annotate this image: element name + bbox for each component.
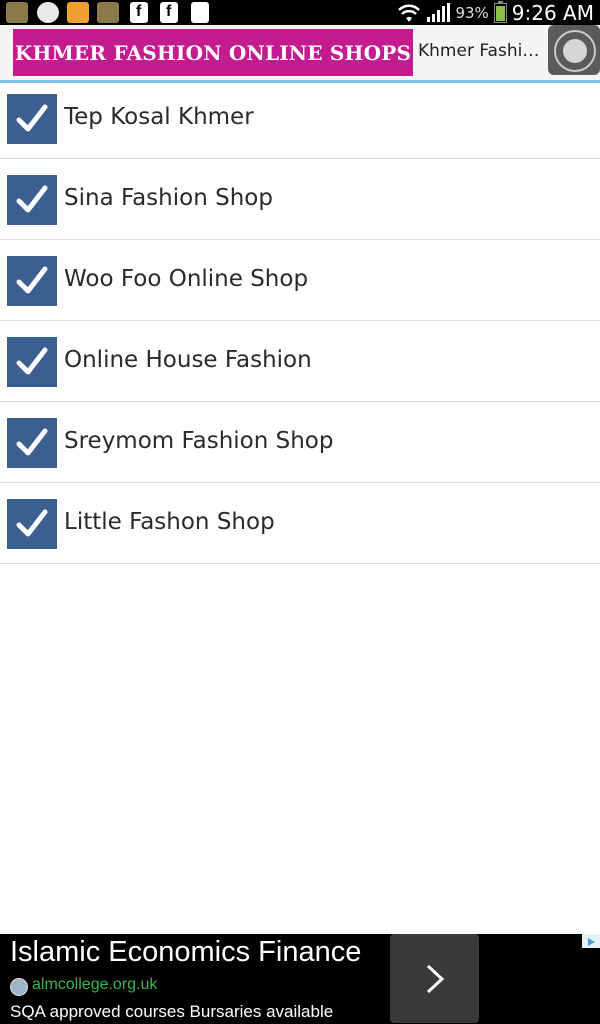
checkmark-icon bbox=[16, 185, 48, 213]
globe-icon bbox=[10, 978, 28, 996]
list-item-label: Tep Kosal Khmer bbox=[64, 104, 254, 130]
list-item-label: Sreymom Fashion Shop bbox=[64, 428, 334, 454]
ad-description: SQA approved courses Bursaries available bbox=[10, 1002, 334, 1021]
checkbox[interactable] bbox=[7, 256, 57, 306]
page-title: Khmer Fashi… bbox=[418, 41, 540, 61]
action-bar: KHMER FASHION ONLINE SHOPS Khmer Fashi… bbox=[0, 25, 600, 80]
app-banner: KHMER FASHION ONLINE SHOPS bbox=[13, 29, 413, 76]
wifi-icon bbox=[398, 4, 421, 22]
ad-url[interactable]: almcollege.org.uk bbox=[32, 976, 157, 994]
ad-open-button[interactable] bbox=[390, 934, 479, 1023]
floating-assistive-button[interactable] bbox=[548, 25, 600, 75]
list-item[interactable]: Little Fashon Shop bbox=[0, 483, 600, 564]
list-item-label: Little Fashon Shop bbox=[64, 509, 275, 535]
list-item-label: Woo Foo Online Shop bbox=[64, 266, 309, 292]
facebook-icon: f bbox=[130, 2, 148, 23]
checkbox[interactable] bbox=[7, 94, 57, 144]
list-item[interactable]: Sina Fashion Shop bbox=[0, 159, 600, 240]
list-item[interactable]: Tep Kosal Khmer bbox=[0, 78, 600, 159]
battery-icon bbox=[493, 0, 507, 23]
document-icon bbox=[191, 2, 209, 23]
ad-choices-icon[interactable] bbox=[582, 934, 600, 948]
list-item[interactable]: Online House Fashion bbox=[0, 321, 600, 402]
battery-percent: 93% bbox=[455, 3, 489, 22]
talking-tom-icon bbox=[97, 2, 119, 23]
shop-list: Tep Kosal Khmer Sina Fashion Shop Woo Fo… bbox=[0, 78, 600, 564]
list-item[interactable]: Woo Foo Online Shop bbox=[0, 240, 600, 321]
checkbox[interactable] bbox=[7, 337, 57, 387]
chevron-right-icon bbox=[426, 964, 445, 994]
checkbox[interactable] bbox=[7, 175, 57, 225]
checkbox[interactable] bbox=[7, 418, 57, 468]
facebook-icon: f bbox=[160, 2, 178, 23]
checkbox[interactable] bbox=[7, 499, 57, 549]
banner-text: KHMER FASHION ONLINE SHOPS bbox=[14, 40, 412, 65]
talking-tom-icon bbox=[6, 2, 28, 23]
ad-title[interactable]: Islamic Economics Finance bbox=[10, 936, 361, 969]
list-item[interactable]: Sreymom Fashion Shop bbox=[0, 402, 600, 483]
checkmark-icon bbox=[16, 266, 48, 294]
messenger-icon bbox=[37, 2, 59, 23]
checkmark-icon bbox=[16, 428, 48, 456]
status-bar: f f 93% 9:26 AM bbox=[0, 0, 600, 25]
checkmark-icon bbox=[16, 347, 48, 375]
clock: 9:26 AM bbox=[511, 0, 594, 25]
ad-banner[interactable]: Islamic Economics Finance almcollege.org… bbox=[0, 934, 600, 1024]
circle-icon bbox=[554, 30, 596, 72]
checkmark-icon bbox=[16, 104, 48, 132]
checkmark-icon bbox=[16, 509, 48, 537]
list-item-label: Sina Fashion Shop bbox=[64, 185, 273, 211]
signal-icon bbox=[427, 2, 451, 22]
list-item-label: Online House Fashion bbox=[64, 347, 312, 373]
burger-game-icon bbox=[67, 2, 89, 23]
